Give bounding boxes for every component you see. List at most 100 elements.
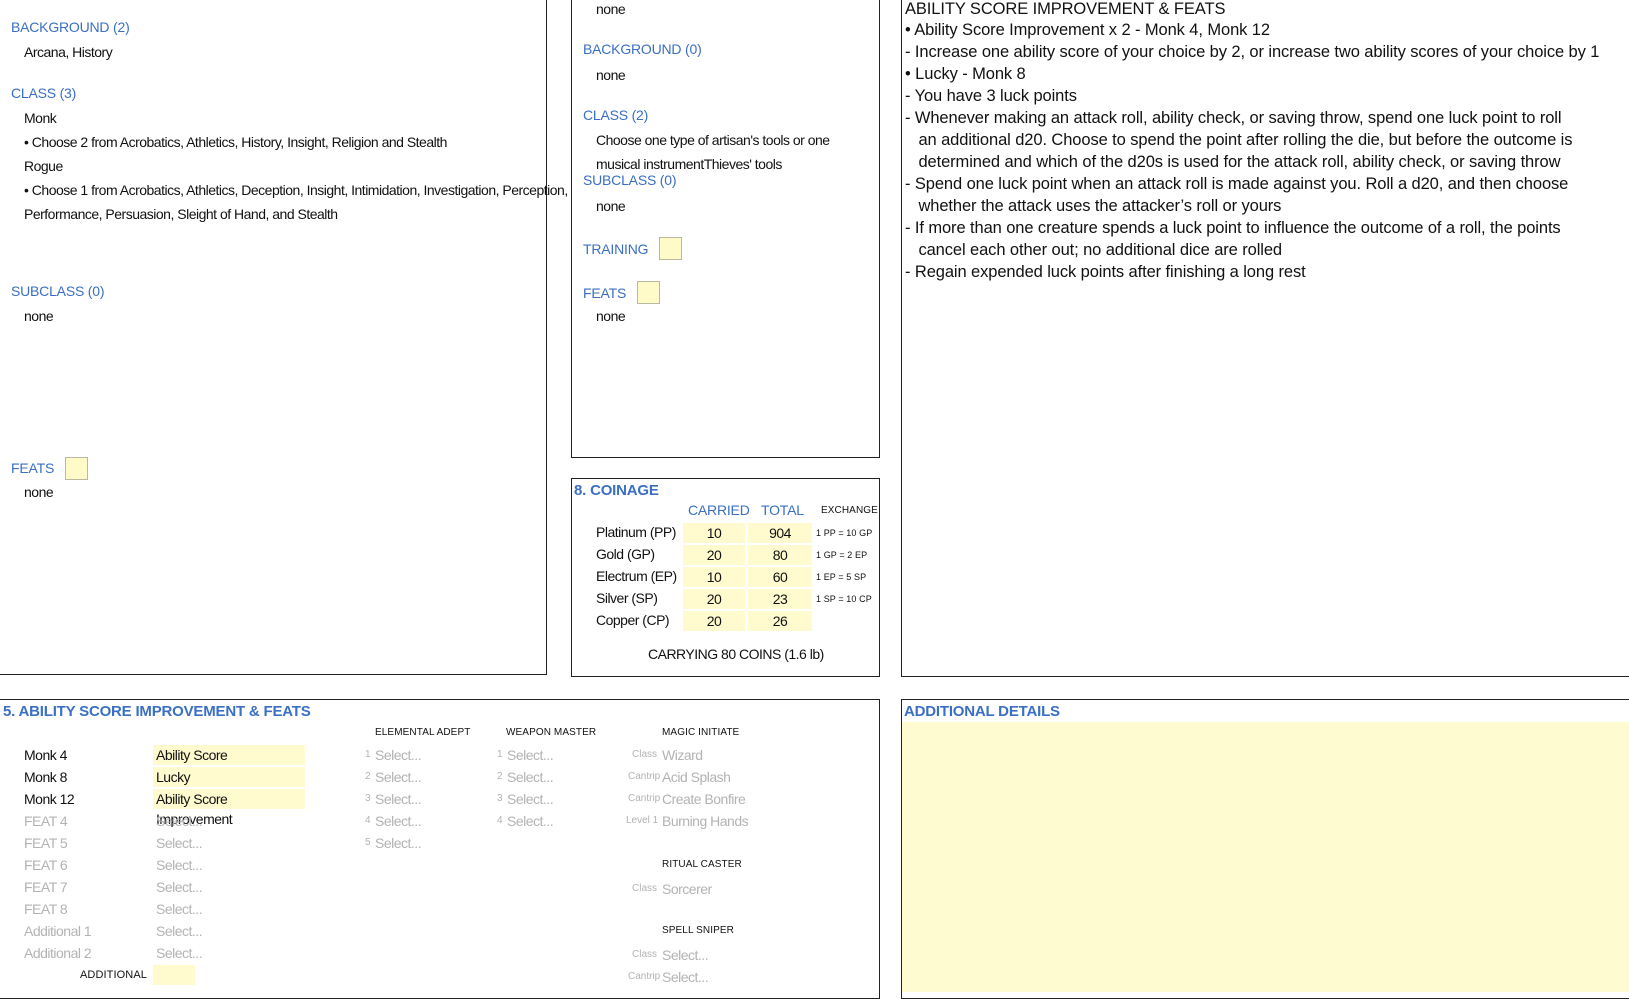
coin-carried[interactable]: 10 [683, 567, 745, 587]
mid-feats-input-box[interactable] [637, 281, 660, 304]
magic-initiate-tag: Level 1 [626, 815, 659, 826]
magic-initiate-tag: Class [632, 749, 658, 760]
level-select[interactable]: Select... [156, 923, 203, 939]
weapon-master-num: 2 [497, 771, 503, 782]
level-select[interactable]: Select... [156, 857, 203, 873]
description-title: ABILITY SCORE IMPROVEMENT & FEATS [905, 0, 1226, 18]
background-heading: BACKGROUND (2) [11, 19, 130, 35]
weapon-master-num: 1 [497, 749, 503, 760]
feats-heading: FEATS [11, 460, 55, 476]
level-select[interactable]: Select... [156, 813, 203, 829]
coin-carried[interactable]: 10 [683, 523, 745, 543]
additional-input[interactable] [153, 965, 195, 985]
magic-initiate-select[interactable]: Burning Hands [662, 813, 749, 829]
level-label: Monk 12 [24, 791, 75, 807]
asi-title: 5. ABILITY SCORE IMPROVEMENT & FEATS [3, 703, 311, 720]
weapon-master-select[interactable]: Select... [507, 813, 554, 829]
coin-name: Electrum (EP) [596, 568, 677, 584]
coin-exchange: 1 EP = 5 SP [816, 572, 867, 582]
level-label: Monk 8 [24, 769, 67, 785]
additional-details-textarea[interactable] [902, 722, 1629, 992]
mid-feats-value: none [596, 308, 626, 324]
level-select[interactable]: Ability Score Improvement [153, 789, 305, 827]
level-select[interactable]: Select... [156, 879, 203, 895]
coin-name: Copper (CP) [596, 612, 670, 628]
exchange-header: EXCHANGE [821, 505, 878, 516]
spell-sniper-select[interactable]: Select... [662, 969, 709, 985]
weapon-master-select[interactable]: Select... [507, 791, 554, 807]
level-select[interactable]: Select... [156, 945, 203, 961]
coin-carried[interactable]: 20 [683, 545, 745, 565]
level-select[interactable]: Select... [156, 901, 203, 917]
ritual-caster-title: RITUAL CASTER [662, 859, 742, 870]
class-line: Performance, Persuasion, Sleight of Hand… [24, 206, 338, 222]
level-label: FEAT 4 [24, 813, 68, 829]
coin-total: 904 [748, 523, 812, 543]
weapon-master-select[interactable]: Select... [507, 747, 554, 763]
description-line: - Spend one luck point when an attack ro… [905, 175, 1569, 193]
class-line: Monk [24, 110, 57, 126]
level-label: FEAT 7 [24, 879, 68, 895]
coin-total: 26 [748, 611, 812, 631]
coin-carried[interactable]: 20 [683, 589, 745, 609]
mid-background-heading: BACKGROUND (0) [583, 41, 702, 57]
coin-exchange: 1 GP = 2 EP [816, 550, 868, 560]
subclass-value: none [24, 308, 54, 324]
description-line: an additional d20. Choose to spend the p… [905, 131, 1573, 149]
elemental-adept-num: 2 [365, 771, 371, 782]
coin-name: Silver (SP) [596, 590, 658, 606]
level-label: Monk 4 [24, 747, 67, 763]
spell-sniper-title: SPELL SNIPER [662, 925, 734, 936]
class-line: Rogue [24, 158, 63, 174]
level-select[interactable]: Ability Score Improvement [153, 745, 305, 783]
feats-input-box[interactable] [65, 457, 88, 480]
elemental-adept-select[interactable]: Select... [375, 791, 422, 807]
carrying-summary: CARRYING 80 COINS (1.6 lb) [648, 646, 824, 662]
magic-initiate-select[interactable]: Create Bonfire [662, 791, 746, 807]
background-value: Arcana, History [24, 44, 113, 60]
mid-feats-heading: FEATS [583, 285, 627, 301]
description-line: - Increase one ability score of your cho… [905, 43, 1600, 61]
level-select[interactable]: Select... [156, 835, 203, 851]
training-input-box[interactable] [659, 237, 682, 260]
proficiencies-left-panel [0, 0, 547, 675]
magic-initiate-select[interactable]: Acid Splash [662, 769, 731, 785]
coin-total: 23 [748, 589, 812, 609]
mid-background-value: none [596, 67, 626, 83]
spell-sniper-select[interactable]: Select... [662, 947, 709, 963]
coin-name: Gold (GP) [596, 546, 655, 562]
class-line: • Choose 1 from Acrobatics, Athletics, D… [24, 182, 568, 198]
subclass-heading: SUBCLASS (0) [11, 283, 105, 299]
level-label: FEAT 6 [24, 857, 68, 873]
mid-class-line: musical instrumentThieves' tools [596, 156, 782, 172]
elemental-adept-select[interactable]: Select... [375, 747, 422, 763]
ritual-caster-select[interactable]: Sorcerer [662, 881, 712, 897]
description-line: • Ability Score Improvement x 2 - Monk 4… [905, 21, 1270, 39]
description-line: cancel each other out; no additional dic… [905, 241, 1282, 259]
description-line: - Whenever making an attack roll, abilit… [905, 109, 1562, 127]
level-label: Additional 1 [24, 923, 92, 939]
mid-class-heading: CLASS (2) [583, 107, 649, 123]
level-select[interactable]: Lucky [153, 767, 305, 787]
elemental-adept-num: 3 [365, 793, 371, 804]
elemental-adept-title: ELEMENTAL ADEPT [375, 727, 471, 738]
description-line: - Regain expended luck points after fini… [905, 263, 1306, 281]
elemental-adept-select[interactable]: Select... [375, 835, 422, 851]
coin-total: 80 [748, 545, 812, 565]
level-label: Additional 2 [24, 945, 92, 961]
magic-initiate-tag: Cantrip [628, 771, 661, 782]
magic-initiate-select[interactable]: Wizard [662, 747, 703, 763]
weapon-master-num: 3 [497, 793, 503, 804]
coinage-title: 8. COINAGE [574, 482, 659, 499]
coin-carried[interactable]: 20 [683, 611, 745, 631]
weapon-master-select[interactable]: Select... [507, 769, 554, 785]
elemental-adept-select[interactable]: Select... [375, 813, 422, 829]
description-line: whether the attack uses the attacker’s r… [905, 197, 1282, 215]
elemental-adept-num: 4 [365, 815, 371, 826]
elemental-adept-select[interactable]: Select... [375, 769, 422, 785]
weapon-master-num: 4 [497, 815, 503, 826]
level-label: FEAT 8 [24, 901, 68, 917]
mid-subclass-heading: SUBCLASS (0) [583, 172, 677, 188]
mid-class-line: Choose one type of artisan's tools or on… [596, 132, 830, 148]
spell-sniper-tag: Class [632, 949, 658, 960]
